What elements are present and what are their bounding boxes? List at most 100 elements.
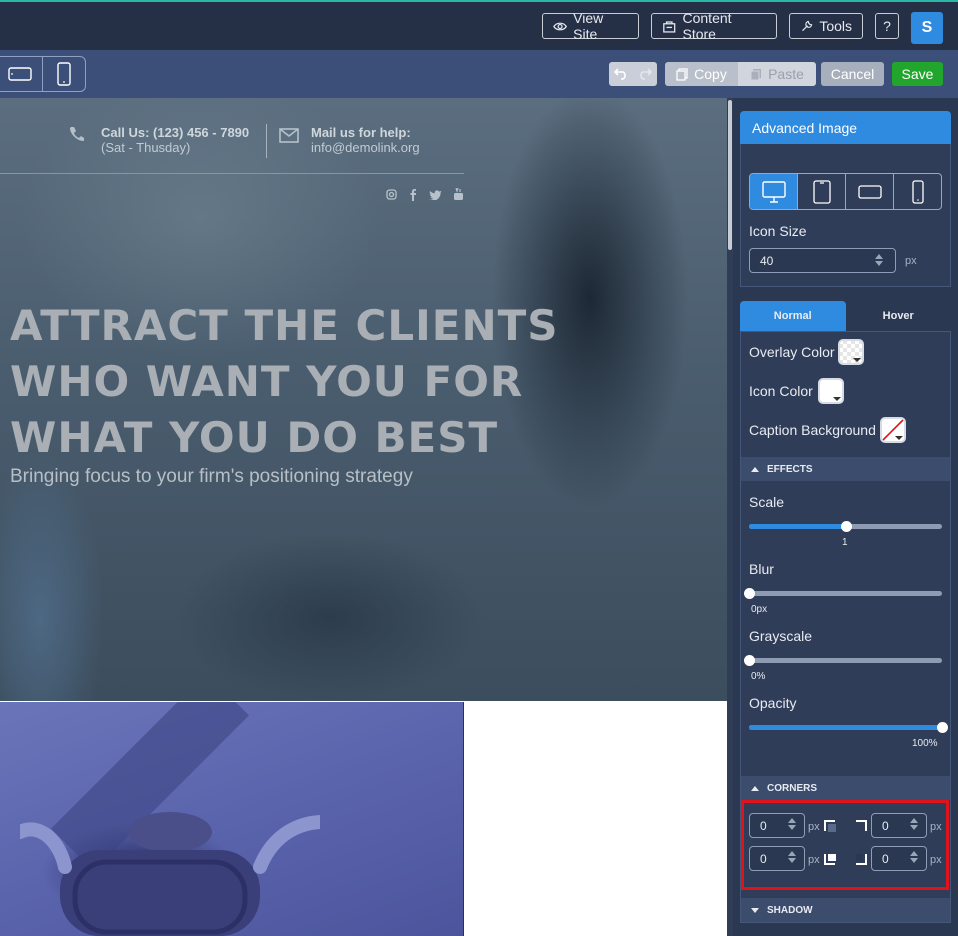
opacity-slider-fill	[749, 725, 942, 730]
device-switcher	[0, 56, 86, 92]
tablet-landscape-view-button[interactable]	[0, 57, 43, 91]
hero-subline: Bringing focus to your firm's positionin…	[10, 466, 413, 487]
youtube-icon[interactable]	[453, 188, 464, 201]
store-icon	[663, 20, 676, 33]
vr-headset-image	[20, 812, 320, 936]
tablet-icon	[812, 179, 831, 204]
shadow-header[interactable]: SHADOW	[741, 898, 950, 922]
mobile-view-button[interactable]	[43, 57, 86, 91]
phone-icon	[70, 127, 84, 141]
canvas-scrollbar-thumb[interactable]	[728, 100, 732, 250]
responsive-device-switcher	[749, 173, 942, 210]
tab-normal[interactable]: Normal	[740, 301, 846, 331]
copy-icon	[676, 67, 688, 81]
blur-slider[interactable]	[744, 588, 942, 599]
instagram-icon[interactable]	[386, 189, 397, 200]
copy-label: Copy	[694, 66, 727, 82]
scale-value: 1	[842, 537, 848, 548]
hero-headline: ATTRACT THE CLIENTS WHO WANT YOU FOR WHA…	[10, 298, 559, 466]
blur-value: 0px	[751, 604, 768, 615]
paste-icon	[750, 68, 762, 80]
tablet-landscape-icon	[857, 184, 882, 199]
redo-button[interactable]	[633, 62, 657, 86]
mobile-icon	[57, 62, 71, 86]
overlay-color-swatch[interactable]	[838, 339, 864, 365]
desktop-view-button[interactable]	[750, 174, 798, 209]
shadow-title: SHADOW	[767, 904, 813, 916]
caption-background-label: Caption Background	[749, 422, 876, 438]
call-title: Call Us: (123) 456 - 7890	[101, 125, 250, 140]
effects-header[interactable]: EFFECTS	[741, 457, 950, 481]
avatar[interactable]: S	[911, 12, 943, 44]
header-rule	[0, 173, 464, 174]
grayscale-slider[interactable]	[744, 655, 942, 666]
mail-subtitle: info@demolink.org	[311, 140, 420, 155]
vr-image-section[interactable]	[0, 702, 464, 936]
headline-line-2: WHO WANT YOU FOR	[10, 357, 524, 406]
top-bar: View Site Content Store Tools ? S	[0, 0, 958, 50]
undo-redo-group	[609, 62, 657, 86]
icon-color-swatch[interactable]	[818, 378, 844, 404]
copy-button[interactable]: Copy	[665, 62, 738, 86]
scale-slider[interactable]	[749, 521, 942, 532]
grayscale-value: 0%	[751, 671, 766, 682]
tools-label: Tools	[819, 18, 852, 34]
icon-size-value: 40	[760, 253, 774, 268]
mobile-panel-button[interactable]	[894, 174, 941, 209]
corners-title: CORNERS	[767, 782, 818, 794]
scale-slider-handle[interactable]	[840, 521, 852, 532]
state-tabs: Normal Hover	[740, 301, 951, 331]
icon-size-label: Icon Size	[749, 223, 807, 239]
view-site-label: View Site	[573, 10, 604, 42]
tablet-landscape-panel-button[interactable]	[846, 174, 894, 209]
help-button[interactable]: ?	[875, 13, 899, 39]
tab-hover[interactable]: Hover	[845, 301, 951, 331]
content-store-label: Content Store	[682, 10, 732, 42]
contact-divider	[266, 124, 267, 158]
corners-highlight-box	[741, 800, 949, 890]
headline-line-3: WHAT YOU DO BEST	[10, 413, 499, 462]
undo-icon	[614, 68, 626, 80]
hero-section[interactable]: Call Us: (123) 456 - 7890 (Sat - Thusday…	[0, 98, 727, 701]
opacity-slider[interactable]	[749, 722, 948, 733]
image-border	[463, 702, 464, 936]
redo-icon	[640, 68, 652, 80]
paste-label: Paste	[768, 66, 804, 82]
opacity-slider-handle[interactable]	[937, 722, 948, 733]
panel-title: Advanced Image	[740, 111, 951, 144]
call-contact: Call Us: (123) 456 - 7890 (Sat - Thusday…	[101, 125, 249, 155]
undo-button[interactable]	[609, 62, 633, 86]
help-label: ?	[883, 18, 891, 34]
corners-header[interactable]: CORNERS	[741, 776, 950, 800]
desktop-icon	[761, 180, 786, 203]
content-store-button[interactable]: Content Store	[651, 10, 777, 42]
mail-contact: Mail us for help: info@demolink.org	[311, 125, 420, 155]
grayscale-label: Grayscale	[749, 628, 813, 644]
tablet-landscape-icon	[8, 67, 32, 81]
clipboard-group: Copy Paste	[665, 62, 816, 86]
twitter-icon[interactable]	[429, 189, 442, 200]
grayscale-slider-handle[interactable]	[744, 655, 755, 666]
icon-size-input[interactable]: 40	[749, 248, 896, 273]
mail-icon	[279, 128, 299, 143]
overlay-color-label: Overlay Color	[749, 344, 835, 360]
paste-button[interactable]: Paste	[738, 62, 816, 86]
scale-slider-fill	[749, 524, 846, 529]
icon-size-stepper[interactable]	[875, 254, 883, 266]
facebook-icon[interactable]	[409, 188, 417, 201]
mail-title: Mail us for help:	[311, 125, 411, 140]
eye-icon	[553, 22, 567, 30]
save-button[interactable]: Save	[892, 62, 943, 86]
cancel-button[interactable]: Cancel	[821, 62, 884, 86]
collapse-icon	[751, 466, 759, 472]
opacity-label: Opacity	[749, 695, 797, 711]
caption-background-swatch[interactable]	[880, 417, 906, 443]
tools-button[interactable]: Tools	[789, 13, 863, 39]
view-site-button[interactable]: View Site	[542, 10, 639, 42]
icon-color-label: Icon Color	[749, 383, 813, 399]
blur-label: Blur	[749, 561, 774, 577]
expand-icon	[751, 907, 759, 913]
scale-label: Scale	[749, 494, 785, 510]
blur-slider-handle[interactable]	[744, 588, 755, 599]
tablet-view-button[interactable]	[798, 174, 846, 209]
